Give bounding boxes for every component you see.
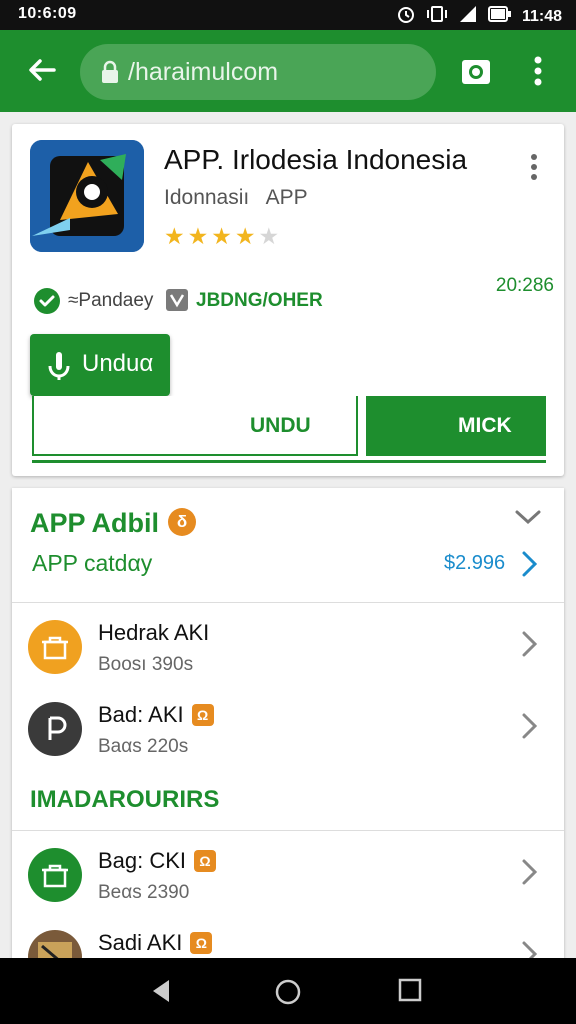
- app-list-card: APP Adbil δ APP catdαy $2.996 Hedrak AKI…: [12, 488, 564, 988]
- status-icons: 11:48: [396, 4, 562, 29]
- mick-button[interactable]: MICK: [366, 396, 546, 456]
- developer-name[interactable]: ≈Pandaey: [68, 290, 153, 312]
- item-meta: Boosı 390s: [98, 654, 194, 675]
- section-more-button[interactable]: [520, 550, 538, 583]
- nav-recents-button[interactable]: [398, 978, 422, 1007]
- divider: [12, 602, 564, 603]
- undu-button-label: UNDU: [250, 414, 311, 437]
- camera-icon: [462, 60, 490, 84]
- item-name: Bag: CKI Ω: [98, 848, 217, 874]
- chevron-right-icon: [520, 712, 538, 745]
- download-button-label: Unduα: [82, 350, 154, 377]
- item-icon: [28, 702, 82, 756]
- star-filled-icon: ★: [187, 223, 209, 249]
- kebab-menu-icon: [531, 154, 537, 180]
- publisher-check-icon: [166, 289, 188, 311]
- item-icon: [28, 848, 82, 902]
- item-name: Bad: AKI Ω: [98, 702, 214, 728]
- status-bar: 10:6:09 11:48: [0, 0, 576, 30]
- app-version: 20:286: [495, 275, 554, 296]
- chevron-right-icon: [520, 630, 538, 663]
- item-meta: Baαs 220s: [98, 736, 189, 757]
- camera-button[interactable]: [460, 56, 492, 91]
- section-expand-button[interactable]: [514, 508, 542, 531]
- square-recents-icon: [398, 978, 422, 1002]
- category-label: IMADAROURIRS: [30, 786, 220, 813]
- item-badge: Ω: [194, 850, 217, 872]
- back-button[interactable]: [24, 52, 60, 88]
- status-clock: 11:48: [521, 7, 562, 25]
- divider: [12, 830, 564, 831]
- item-meta: Beαs 2390: [98, 882, 190, 903]
- app-card: APP. Irlodesia Indonesia Idonnasiı APP ★…: [12, 124, 564, 476]
- chevron-right-icon: [520, 858, 538, 891]
- undu-button[interactable]: UNDU: [32, 396, 358, 456]
- star-filled-icon: ★: [211, 223, 232, 249]
- triangle-back-icon: [153, 980, 169, 1002]
- back-arrow-icon: [29, 59, 56, 81]
- app-subtitle: Idonnasiı APP: [164, 186, 308, 209]
- url-bar[interactable]: /haraimulcom: [80, 44, 436, 100]
- section-price[interactable]: $2.996: [444, 552, 505, 575]
- nav-home-button[interactable]: [274, 978, 302, 1011]
- action-buttons: UNDU MICK: [32, 396, 546, 460]
- section-title: APP Adbil: [30, 508, 160, 538]
- app-icon[interactable]: [30, 140, 144, 252]
- battery-icon: [487, 5, 512, 28]
- system-nav-bar: [0, 958, 576, 1024]
- download-button[interactable]: Unduα: [30, 334, 170, 396]
- nav-back-button[interactable]: [150, 978, 172, 1009]
- status-time: 10:6:09: [18, 5, 77, 22]
- item-badge: Ω: [190, 932, 213, 954]
- star-filled-icon: ★: [234, 223, 256, 249]
- browser-toolbar: /haraimulcom: [0, 30, 576, 112]
- item-icon: [28, 620, 82, 674]
- item-badge: Ω: [191, 704, 214, 726]
- star-filled-icon: ★: [164, 223, 185, 249]
- download-icon: [46, 350, 72, 387]
- mick-button-label: MICK: [458, 414, 512, 437]
- item-name: Hedrak AKI: [98, 620, 210, 645]
- app-more-button[interactable]: [528, 152, 540, 187]
- circle-home-icon: [275, 979, 301, 1005]
- section-subtitle: APP catdαy: [32, 550, 153, 576]
- list-item[interactable]: Hedrak AKI Boosı 390s: [12, 614, 564, 694]
- url-text: /haraimulcom: [128, 58, 279, 86]
- section-badge: δ: [168, 508, 196, 536]
- list-item[interactable]: Bag: CKI Ω Beαs 2390: [12, 842, 564, 922]
- star-empty-icon: ★: [258, 223, 280, 249]
- menu-button[interactable]: [530, 54, 546, 93]
- app-info-row: ≈Pandaey JBDNG/OHER 20:286: [32, 275, 554, 318]
- signal-icon: [458, 4, 478, 29]
- card-underline: [32, 460, 546, 463]
- vibrate-icon: [426, 4, 448, 29]
- lock-icon: [100, 60, 120, 89]
- list-item[interactable]: Bad: AKI Ω Baαs 220s: [12, 696, 564, 776]
- verified-check-icon: [34, 288, 60, 314]
- chevron-right-icon: [522, 551, 538, 577]
- app-title: APP. Irlodesia Indonesia: [164, 144, 468, 175]
- alarm-icon: [396, 4, 416, 29]
- kebab-menu-icon: [534, 56, 542, 86]
- publisher-name[interactable]: JBDNG/OHER: [196, 290, 323, 312]
- chevron-down-icon: [515, 510, 541, 525]
- item-name: Sadi AKI Ω: [98, 930, 213, 956]
- rating-stars: ★ ★ ★ ★ ★: [164, 224, 279, 248]
